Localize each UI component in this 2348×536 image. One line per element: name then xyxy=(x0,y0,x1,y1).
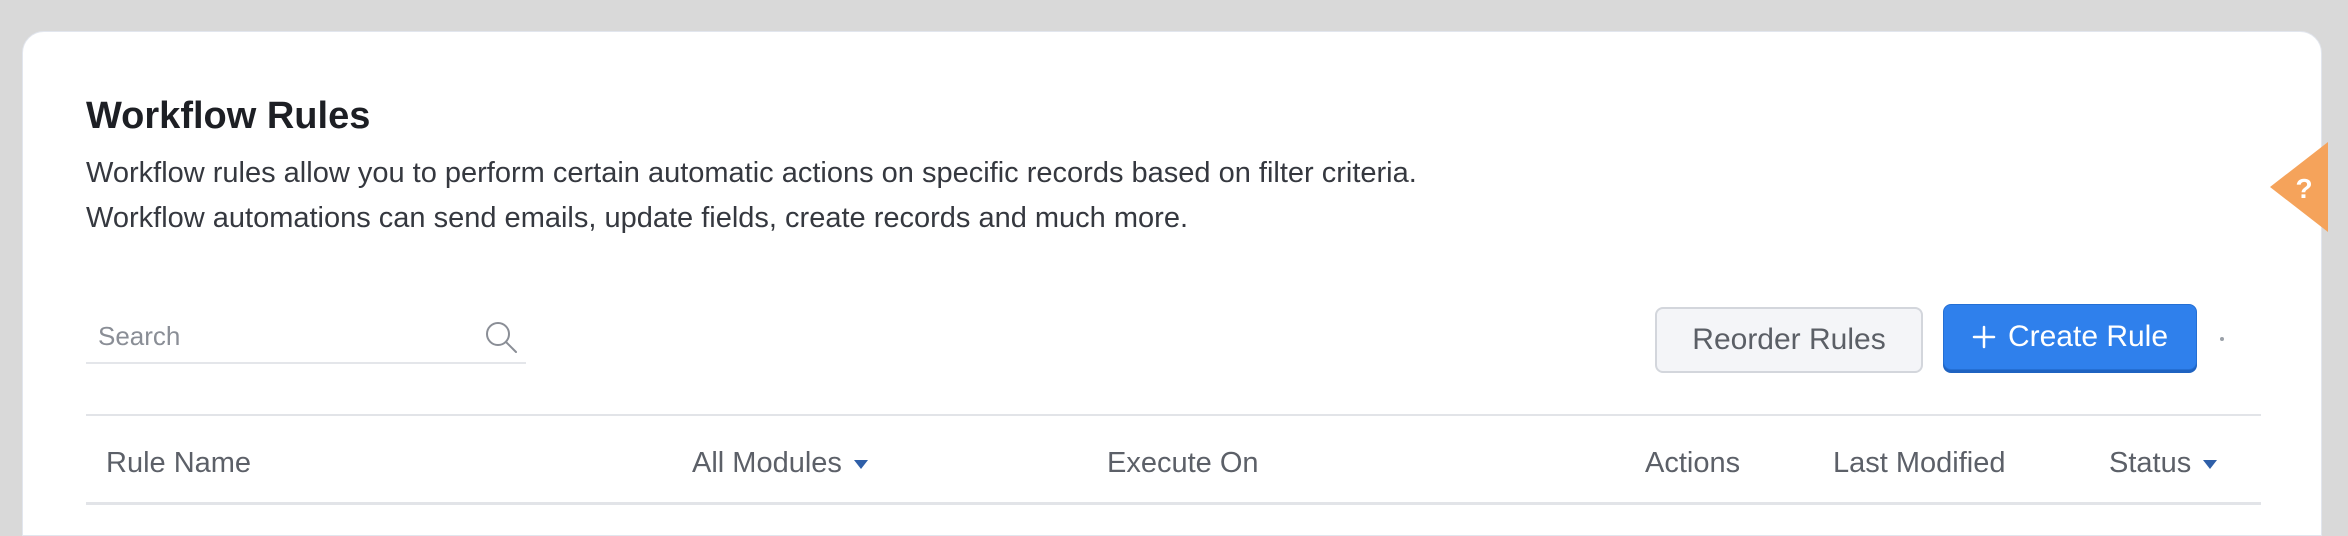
column-header-status[interactable]: Status xyxy=(2109,446,2218,481)
create-rule-label: Create Rule xyxy=(2007,320,2169,353)
search-box xyxy=(86,312,526,364)
workflow-rules-panel: Workflow Rules Workflow rules allow you … xyxy=(22,31,2322,536)
column-header-rule-name: Rule Name xyxy=(106,446,251,481)
column-header-label: Status xyxy=(2109,447,2192,479)
search-icon[interactable] xyxy=(484,320,518,354)
caret-down-icon[interactable] xyxy=(2203,459,2218,469)
column-header-last-modified: Last Modified xyxy=(1833,446,2006,481)
caret-down-icon[interactable] xyxy=(853,459,868,469)
page-title: Workflow Rules xyxy=(86,95,371,137)
column-header-execute-on: Execute On xyxy=(1107,446,1259,481)
reorder-rules-label: Reorder Rules xyxy=(1692,323,1886,356)
column-header-label: Last Modified xyxy=(1833,447,2006,479)
column-header-label: Actions xyxy=(1645,447,1741,479)
reorder-rules-button[interactable]: Reorder Rules xyxy=(1655,307,1923,373)
table-top-divider xyxy=(86,414,2261,416)
column-header-label: All Modules xyxy=(692,447,842,479)
help-glyph: ? xyxy=(2295,173,2312,204)
page-description-line-1: Workflow rules allow you to perform cert… xyxy=(86,157,1417,189)
page-description-line-2: Workflow automations can send emails, up… xyxy=(86,202,1188,234)
column-header-all-modules[interactable]: All Modules xyxy=(692,446,868,481)
table-header-divider xyxy=(86,502,2261,505)
create-rule-button[interactable]: Create Rule xyxy=(1943,304,2197,370)
help-icon[interactable]: ? xyxy=(2268,142,2328,232)
column-header-actions: Actions xyxy=(1645,446,1740,481)
search-input[interactable] xyxy=(86,312,456,360)
column-header-label: Execute On xyxy=(1107,447,1259,479)
column-header-label: Rule Name xyxy=(106,447,252,479)
plus-icon xyxy=(1972,325,1996,349)
separator-dot xyxy=(2220,337,2224,341)
